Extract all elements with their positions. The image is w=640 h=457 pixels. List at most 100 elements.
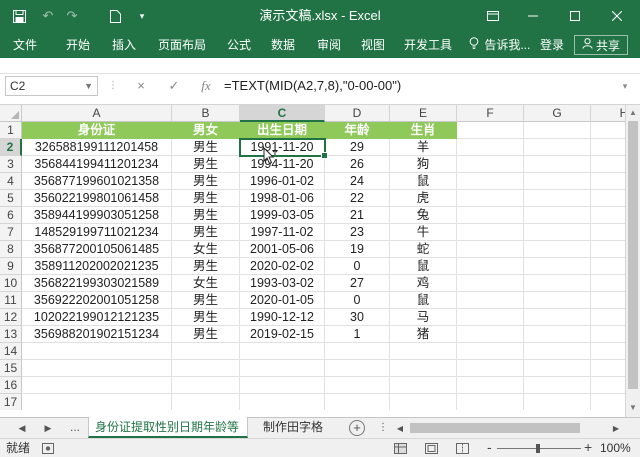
cell[interactable]: [390, 343, 457, 360]
row-header[interactable]: 6: [0, 207, 22, 224]
table-cell[interactable]: 30: [325, 309, 390, 326]
table-cell[interactable]: 22: [325, 190, 390, 207]
cell[interactable]: [524, 360, 591, 377]
cell[interactable]: [591, 207, 625, 224]
table-cell[interactable]: 1996-01-02: [240, 173, 325, 190]
table-cell[interactable]: 鼠: [390, 173, 457, 190]
cell[interactable]: [457, 275, 524, 292]
table-cell[interactable]: 356922202001051258: [22, 292, 172, 309]
column-header-b[interactable]: B: [172, 105, 240, 122]
cell[interactable]: [457, 224, 524, 241]
table-cell[interactable]: 1998-01-06: [240, 190, 325, 207]
cell[interactable]: [591, 258, 625, 275]
cell[interactable]: [591, 394, 625, 410]
cell[interactable]: [172, 360, 240, 377]
table-cell[interactable]: 男生: [172, 139, 240, 156]
cell[interactable]: [524, 139, 591, 156]
cell[interactable]: [591, 275, 625, 292]
cell[interactable]: [325, 394, 390, 410]
cell[interactable]: [524, 394, 591, 410]
cell[interactable]: [457, 309, 524, 326]
select-all-corner[interactable]: [0, 105, 22, 122]
table-cell[interactable]: 1993-03-02: [240, 275, 325, 292]
cell[interactable]: [591, 139, 625, 156]
table-cell[interactable]: 2020-02-02: [240, 258, 325, 275]
page-layout-view-icon[interactable]: [425, 443, 438, 454]
cell[interactable]: [524, 173, 591, 190]
cell[interactable]: [457, 139, 524, 156]
cell[interactable]: [524, 326, 591, 343]
table-cell[interactable]: 女生: [172, 275, 240, 292]
table-cell[interactable]: 1990-12-12: [240, 309, 325, 326]
worksheet-grid[interactable]: A B C D E F G H 1 2 3 4 5 6 7 8 9 10 11 12 13 14 15 16 17 身份证 男女 出生…: [0, 105, 625, 410]
zoom-level[interactable]: 100%: [600, 439, 631, 457]
row-header[interactable]: 4: [0, 173, 22, 190]
column-header-h[interactable]: H: [591, 105, 625, 122]
row-header[interactable]: 8: [0, 241, 22, 258]
column-header-d[interactable]: D: [325, 105, 390, 122]
table-cell[interactable]: 马: [390, 309, 457, 326]
table-cell[interactable]: 男生: [172, 292, 240, 309]
tab-review[interactable]: 审阅: [317, 32, 341, 58]
tab-file[interactable]: 文件: [13, 32, 37, 58]
table-cell[interactable]: 21: [325, 207, 390, 224]
row-header[interactable]: 7: [0, 224, 22, 241]
scroll-right-icon[interactable]: ▶: [608, 418, 624, 439]
tab-view[interactable]: 视图: [361, 32, 385, 58]
table-cell[interactable]: 29: [325, 139, 390, 156]
cell[interactable]: [591, 173, 625, 190]
minimize-icon[interactable]: [513, 0, 553, 32]
cell[interactable]: [524, 122, 591, 139]
cell[interactable]: [325, 343, 390, 360]
cell[interactable]: [524, 190, 591, 207]
next-sheet-icon[interactable]: ▶: [40, 418, 56, 439]
cell[interactable]: [524, 343, 591, 360]
table-cell[interactable]: 男生: [172, 190, 240, 207]
cell[interactable]: [457, 190, 524, 207]
table-cell[interactable]: 1991-11-20: [240, 139, 325, 156]
table-cell[interactable]: 男生: [172, 156, 240, 173]
cell[interactable]: [457, 343, 524, 360]
cell[interactable]: [457, 360, 524, 377]
table-cell[interactable]: 19: [325, 241, 390, 258]
table-cell[interactable]: 2019-02-15: [240, 326, 325, 343]
tab-insert[interactable]: 插入: [112, 32, 136, 58]
signin-link[interactable]: 登录: [540, 32, 564, 58]
table-cell[interactable]: 鼠: [390, 292, 457, 309]
insert-function-icon[interactable]: fx: [195, 76, 217, 96]
new-document-icon[interactable]: [106, 0, 124, 32]
cell[interactable]: [591, 241, 625, 258]
row-header[interactable]: 13: [0, 326, 22, 343]
row-header[interactable]: 11: [0, 292, 22, 309]
expand-formula-bar-icon[interactable]: ▾: [614, 76, 636, 96]
enter-icon[interactable]: ✓: [163, 76, 185, 96]
table-cell[interactable]: 102022199012121235: [22, 309, 172, 326]
cell[interactable]: [22, 394, 172, 410]
table-cell[interactable]: 27: [325, 275, 390, 292]
table-cell[interactable]: 0: [325, 292, 390, 309]
table-cell[interactable]: 牛: [390, 224, 457, 241]
cell[interactable]: [172, 343, 240, 360]
table-cell[interactable]: 356022199801061458: [22, 190, 172, 207]
table-cell[interactable]: 羊: [390, 139, 457, 156]
tell-me-box[interactable]: 告诉我...: [469, 32, 530, 58]
table-cell[interactable]: 2001-05-06: [240, 241, 325, 258]
customize-quick-access-icon[interactable]: ▾: [134, 0, 150, 32]
macro-record-icon[interactable]: [42, 443, 54, 454]
column-header-f[interactable]: F: [457, 105, 524, 122]
tab-split-handle[interactable]: ⋮: [372, 418, 394, 439]
cell[interactable]: [457, 258, 524, 275]
cell[interactable]: [524, 207, 591, 224]
redo-icon[interactable]: ↷: [62, 0, 82, 32]
row-header[interactable]: 10: [0, 275, 22, 292]
table-cell[interactable]: 356877199601021358: [22, 173, 172, 190]
cell[interactable]: [325, 377, 390, 394]
add-sheet-icon[interactable]: +: [349, 420, 365, 436]
row-header[interactable]: 3: [0, 156, 22, 173]
cell[interactable]: [390, 360, 457, 377]
row-header[interactable]: 5: [0, 190, 22, 207]
scroll-left-icon[interactable]: ◀: [392, 418, 408, 439]
sheet-tab-active[interactable]: 身份证提取性别日期年龄等: [88, 417, 248, 438]
cell[interactable]: [240, 360, 325, 377]
table-cell[interactable]: 356844199411201234: [22, 156, 172, 173]
